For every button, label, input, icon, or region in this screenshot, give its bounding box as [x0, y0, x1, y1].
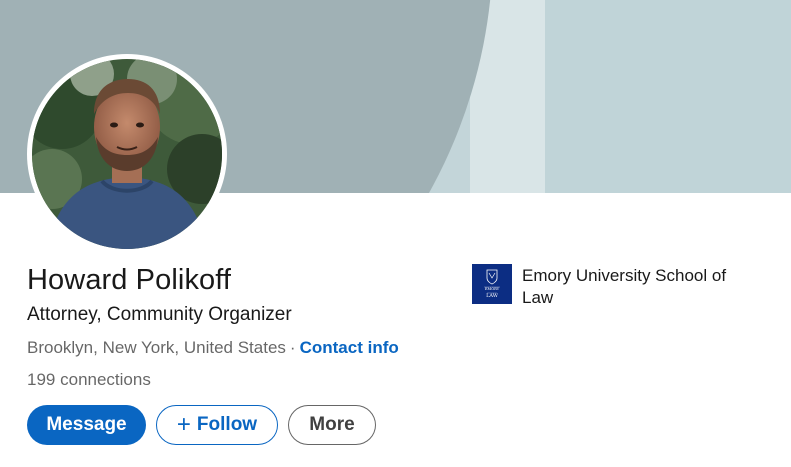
- plus-icon: +: [176, 411, 191, 438]
- logo-text-law: LAW: [486, 293, 499, 299]
- connections-number: 199: [27, 370, 56, 389]
- connections-count[interactable]: 199 connections: [27, 370, 151, 390]
- logo-text-emory: EMORY: [485, 287, 500, 291]
- follow-button[interactable]: + Follow: [156, 405, 278, 445]
- school-name: Emory University School of Law: [522, 266, 727, 307]
- message-button[interactable]: Message: [27, 405, 146, 445]
- profile-location: Brooklyn, New York, United States: [27, 338, 286, 357]
- separator-dot: ·: [289, 338, 296, 357]
- more-button[interactable]: More: [288, 405, 376, 445]
- emory-shield-icon: EMORY LAW: [484, 269, 500, 299]
- avatar[interactable]: [27, 54, 227, 254]
- school-logo: EMORY LAW: [472, 264, 512, 304]
- location-row: Brooklyn, New York, United States · Contac…: [27, 338, 399, 358]
- connections-label: connections: [60, 370, 151, 389]
- profile-photo-icon: [32, 59, 222, 249]
- education-entry[interactable]: EMORY LAW Emory University School of Law: [472, 264, 772, 309]
- cover-band-right: [545, 0, 791, 193]
- profile-card: Howard Polikoff Attorney, Community Orga…: [0, 0, 791, 467]
- follow-button-label: Follow: [196, 414, 258, 435]
- profile-name: Howard Polikoff: [27, 264, 232, 296]
- profile-headline: Attorney, Community Organizer: [27, 304, 292, 325]
- contact-info-link[interactable]: Contact info: [300, 338, 399, 357]
